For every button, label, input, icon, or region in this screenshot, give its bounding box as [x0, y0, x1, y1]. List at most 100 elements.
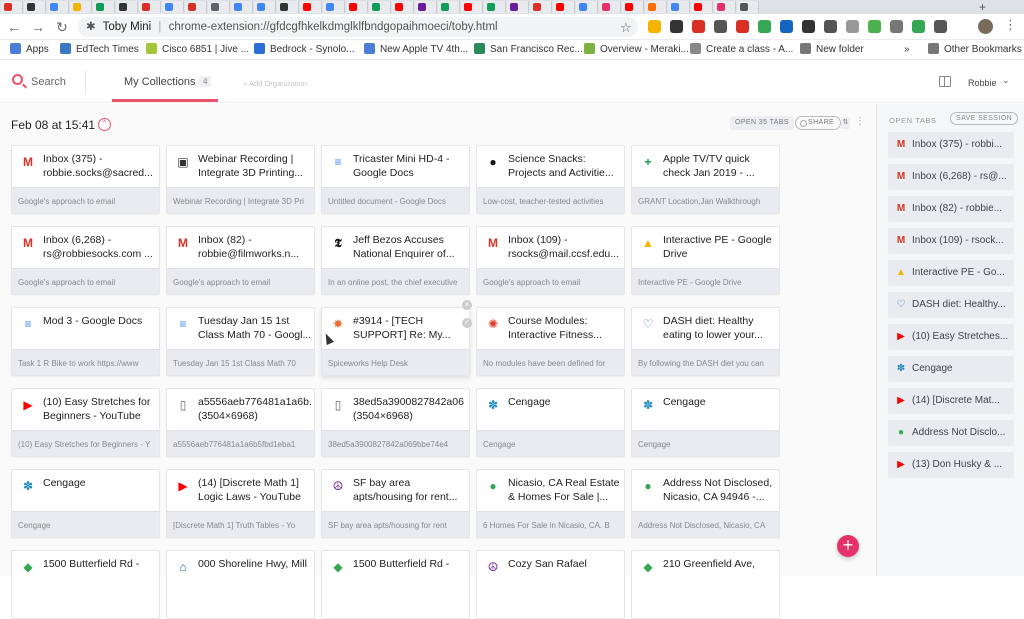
close-card-icon[interactable]: ×	[462, 300, 472, 310]
check-card-icon[interactable]: ✓	[462, 318, 472, 328]
browser-tab[interactable]	[438, 1, 460, 13]
new-tab-button[interactable]: +	[979, 0, 986, 14]
extension-icon[interactable]	[802, 20, 815, 33]
add-collection-fab[interactable]: +	[837, 535, 859, 557]
browser-tab[interactable]	[346, 1, 368, 13]
extension-icon[interactable]	[868, 20, 881, 33]
browser-tab[interactable]	[116, 1, 138, 13]
user-name[interactable]: Robbie	[968, 78, 997, 88]
tab-card[interactable]: 𝕿 Jeff Bezos Accuses National Enquirer of…	[321, 226, 470, 295]
browser-tab[interactable]	[323, 1, 345, 13]
back-icon[interactable]: ←	[6, 19, 22, 35]
tab-card[interactable]: ⌂ 000 Shoreline Hwy, Mill	[166, 550, 315, 619]
tab-card[interactable]: ✸ #3914 - [TECH SUPPORT] Re: My... Spicewo…	[321, 307, 470, 376]
browser-tab[interactable]	[185, 1, 207, 13]
tab-card[interactable]: ▲ Interactive PE - Google Drive Interactiv…	[631, 226, 780, 295]
tab-card[interactable]: ▯ 38ed5a3900827842a06 (3504×6968) 38ed5a39…	[321, 388, 470, 457]
extension-icon[interactable]	[912, 20, 925, 33]
browser-tab[interactable]	[415, 1, 437, 13]
open-tab-item[interactable]: M Inbox (109) - rsock...	[888, 228, 1014, 254]
bookmark-item[interactable]: »	[904, 43, 910, 57]
forward-icon[interactable]: →	[30, 19, 46, 35]
extension-icon[interactable]	[736, 20, 749, 33]
browser-tab[interactable]	[254, 1, 276, 13]
open-tab-item[interactable]: M Inbox (375) - robbi...	[888, 132, 1014, 158]
bookmark-star-icon[interactable]: ☆	[620, 20, 632, 36]
search-label[interactable]: Search	[31, 76, 66, 88]
address-bar[interactable]: ✱ Toby Mini | chrome-extension://gfdcgfh…	[78, 17, 638, 37]
bookmark-item[interactable]: San Francisco Rec...	[474, 43, 583, 57]
tab-card[interactable]: ♡ DASH diet: Healthy eating to lower your…	[631, 307, 780, 376]
bookmark-item[interactable]: New Apple TV 4th...	[364, 43, 468, 57]
browser-tab[interactable]	[369, 1, 391, 13]
more-options-icon[interactable]: ⋮	[855, 116, 865, 127]
browser-tab[interactable]	[93, 1, 115, 13]
browser-tab[interactable]	[277, 1, 299, 13]
tab-card[interactable]: ▯ a5556aeb776481a1a6b... (3504×6968) a5556…	[166, 388, 315, 457]
share-button[interactable]: SHARE	[795, 116, 842, 130]
open-tab-item[interactable]: M Inbox (6,268) - rs@...	[888, 164, 1014, 190]
open-tab-item[interactable]: ✽ Cengage	[888, 356, 1014, 382]
browser-tab[interactable]	[461, 1, 483, 13]
open-tab-item[interactable]: ▶ (13) Don Husky & ...	[888, 452, 1014, 478]
tab-card[interactable]: + Apple TV/TV quick check Jan 2019 - ... G…	[631, 145, 780, 214]
chevron-down-icon[interactable]: ⌄	[1002, 75, 1010, 86]
tab-card[interactable]: ≡ Tricaster Mini HD-4 - Google Docs Untitl…	[321, 145, 470, 214]
tab-card[interactable]: ✽ Cengage Cengage	[631, 388, 780, 457]
bookmark-item[interactable]: New folder	[800, 43, 864, 57]
tab-card[interactable]: ✺ Course Modules: Interactive Fitness... N…	[476, 307, 625, 376]
open-tab-item[interactable]: ♡ DASH diet: Healthy...	[888, 292, 1014, 318]
tab-card[interactable]: ◆ 1500 Butterfield Rd -	[11, 550, 160, 619]
reload-icon[interactable]: ↻	[54, 19, 70, 35]
tab-card[interactable]: ✽ Cengage Cengage	[476, 388, 625, 457]
open-tab-item[interactable]: ● Address Not Disclo...	[888, 420, 1014, 446]
tab-card[interactable]: ▶ (10) Easy Stretches for Beginners - You…	[11, 388, 160, 457]
tab-card[interactable]: ▶ (14) [Discrete Math 1] Logic Laws - You…	[166, 469, 315, 538]
bookmark-item[interactable]: Create a class - A...	[690, 43, 793, 57]
tab-card[interactable]: M Inbox (109) - rsocks@mail.ccsf.edu... Go…	[476, 226, 625, 295]
extension-icon[interactable]	[890, 20, 903, 33]
save-session-button[interactable]: SAVE SESSION	[950, 112, 1019, 125]
tab-card[interactable]: M Inbox (375) - robbie.socks@sacred... Goo…	[11, 145, 160, 214]
tab-card[interactable]: ● Address Not Disclosed, Nicasio, CA 9494…	[631, 469, 780, 538]
tab-card[interactable]: ☮ Cozy San Rafael	[476, 550, 625, 619]
browser-tab[interactable]	[139, 1, 161, 13]
bookmark-item[interactable]: Overview - Meraki...	[584, 43, 689, 57]
tab-card[interactable]: ● Science Snacks: Projects and Activitie.…	[476, 145, 625, 214]
bookmark-item[interactable]: Apps	[10, 43, 49, 57]
browser-tab[interactable]	[70, 1, 92, 13]
browser-tab[interactable]	[530, 1, 552, 13]
tab-card[interactable]: ◆ 1500 Butterfield Rd -	[321, 550, 470, 619]
add-organization-button[interactable]: + Add Organization	[243, 79, 307, 88]
open-tab-item[interactable]: M Inbox (82) - robbie...	[888, 196, 1014, 222]
browser-tab[interactable]	[645, 1, 667, 13]
open-tab-item[interactable]: ▲ Interactive PE - Go...	[888, 260, 1014, 286]
browser-tab[interactable]	[576, 1, 598, 13]
profile-avatar[interactable]	[978, 19, 993, 34]
browser-tab[interactable]	[737, 1, 759, 13]
browser-tab[interactable]	[300, 1, 322, 13]
book-icon[interactable]	[939, 76, 951, 87]
tab-card[interactable]: ☮ SF bay area apts/housing for rent... SF …	[321, 469, 470, 538]
collapse-toggle-icon[interactable]: ⌃	[98, 118, 111, 131]
extension-icon[interactable]	[648, 20, 661, 33]
tab-my-collections[interactable]: My Collections	[124, 76, 196, 88]
extension-icon[interactable]	[934, 20, 947, 33]
open-tab-item[interactable]: ▶ (14) [Discrete Mat...	[888, 388, 1014, 414]
sort-icon[interactable]: ⇅	[841, 117, 850, 129]
tab-card[interactable]: ● Nicasio, CA Real Estate & Homes For Sal…	[476, 469, 625, 538]
extension-icon[interactable]	[758, 20, 771, 33]
browser-tab[interactable]	[714, 1, 736, 13]
search-icon[interactable]	[12, 74, 23, 85]
extension-icon[interactable]	[714, 20, 727, 33]
tab-card[interactable]: M Inbox (82) - robbie@filmworks.n... Googl…	[166, 226, 315, 295]
browser-tab[interactable]	[553, 1, 575, 13]
tab-card[interactable]: ≡ Mod 3 - Google Docs Task 1 R Bike to wor…	[11, 307, 160, 376]
browser-tab[interactable]	[162, 1, 184, 13]
extension-icon[interactable]	[692, 20, 705, 33]
open-tabs-button[interactable]: OPEN 35 TABS	[730, 116, 794, 130]
tab-card[interactable]: ≡ Tuesday Jan 15 1st Class Math 70 - Goog…	[166, 307, 315, 376]
browser-tab[interactable]	[24, 1, 46, 13]
bookmark-item[interactable]: EdTech Times	[60, 43, 139, 57]
browser-tab[interactable]	[231, 1, 253, 13]
